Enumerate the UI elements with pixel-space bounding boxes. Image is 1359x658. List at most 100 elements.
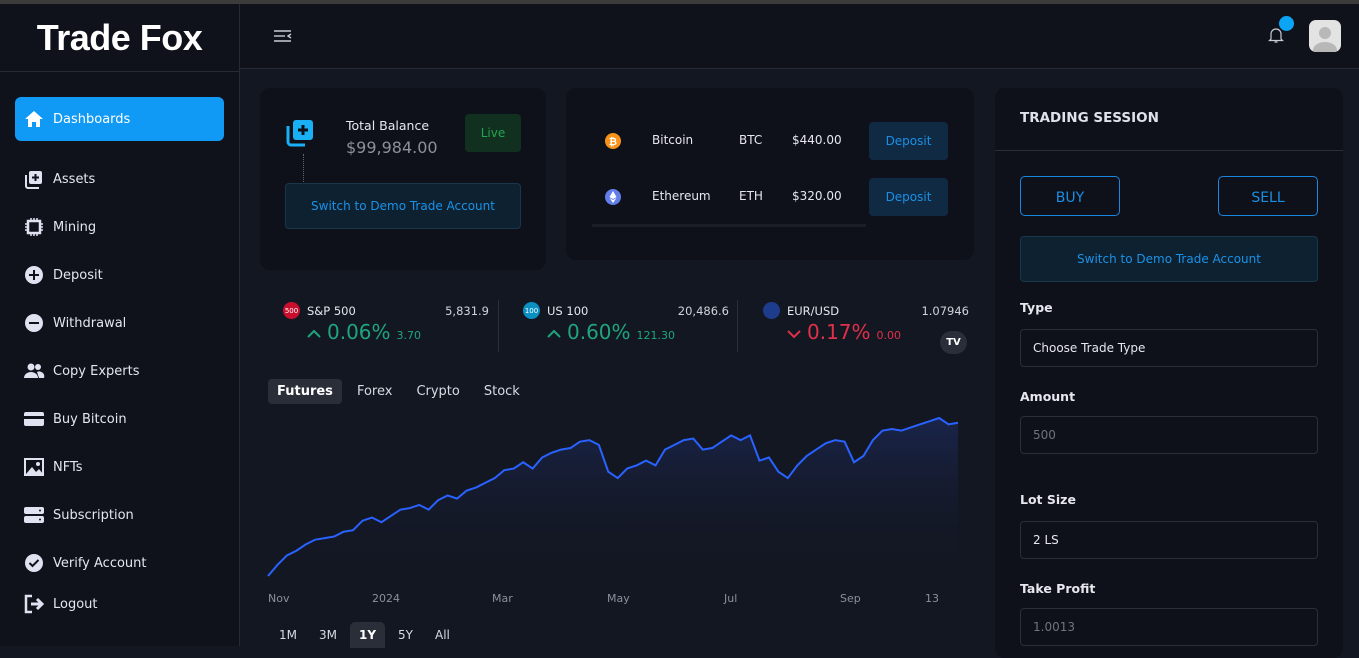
- sidebar-item-verify-account[interactable]: Verify Account: [15, 539, 224, 587]
- chip-icon: [23, 216, 45, 238]
- range-5y[interactable]: 5Y: [389, 622, 422, 648]
- sidebar-item-label: Subscription: [53, 507, 134, 523]
- plus-circle-icon: [23, 264, 45, 286]
- copy-plus-icon: [286, 120, 313, 147]
- ticker-percent: 0.60%: [567, 320, 631, 344]
- sidebar-item-label: Verify Account: [53, 555, 147, 571]
- ticker-badge: 100: [523, 302, 540, 319]
- amount-label: Amount: [1020, 389, 1076, 404]
- coin-name: Ethereum: [652, 189, 711, 203]
- sidebar: Trade Fox Dashboards Assets Mining Deposit W…: [0, 4, 240, 646]
- logo[interactable]: Trade Fox: [0, 4, 239, 72]
- notification-dot: [1279, 16, 1294, 31]
- switch-demo-button[interactable]: Switch to Demo Trade Account: [285, 183, 521, 229]
- users-icon: [23, 360, 45, 382]
- deposit-button[interactable]: Deposit: [869, 178, 948, 216]
- sidebar-item-nfts[interactable]: NFTs: [15, 443, 224, 491]
- ticker[interactable]: 500 S&P 500 5,831.9 0.06% 3.70: [283, 300, 513, 360]
- ticker-badge: [763, 302, 780, 319]
- sidebar-item-deposit[interactable]: Deposit: [15, 251, 224, 299]
- image-icon: [23, 456, 45, 478]
- svg-text:₿: ₿: [609, 136, 617, 148]
- sidebar-item-copy-experts[interactable]: Copy Experts: [15, 347, 224, 395]
- lot-size-select[interactable]: 2 LS: [1020, 521, 1318, 559]
- sidebar-item-label: Logout: [53, 596, 98, 612]
- copy-plus-icon: [23, 168, 45, 190]
- panel-title: TRADING SESSION: [1020, 110, 1159, 126]
- ticker-change: 3.70: [396, 329, 422, 342]
- avatar[interactable]: [1309, 20, 1341, 52]
- server-icon: [23, 504, 45, 526]
- coin-amount: $440.00: [792, 133, 842, 147]
- sidebar-item-withdrawal[interactable]: Withdrawal: [15, 299, 224, 347]
- sell-button[interactable]: SELL: [1218, 176, 1318, 216]
- price-chart[interactable]: [260, 410, 970, 590]
- sidebar-item-subscription[interactable]: Subscription: [15, 491, 224, 539]
- sidebar-item-dashboards[interactable]: Dashboards: [15, 97, 224, 141]
- lot-size-label: Lot Size: [1020, 492, 1076, 507]
- range-all[interactable]: All: [426, 622, 459, 648]
- live-badge[interactable]: Live: [465, 114, 521, 152]
- tab-stock[interactable]: Stock: [475, 379, 529, 404]
- balance-label: Total Balance: [346, 118, 430, 133]
- divider: [737, 300, 738, 352]
- ticker-name: S&P 500: [307, 304, 356, 318]
- range-3m[interactable]: 3M: [310, 622, 346, 648]
- x-tick-label: Jul: [724, 592, 738, 605]
- balance-amount: $99,984.00: [346, 138, 438, 157]
- x-tick-label: Sep: [840, 592, 861, 605]
- sidebar-item-label: Dashboards: [53, 111, 131, 127]
- tradingview-logo[interactable]: TV: [940, 331, 967, 354]
- take-profit-label: Take Profit: [1020, 581, 1096, 596]
- range-1m[interactable]: 1M: [270, 622, 306, 648]
- ticker-name: EUR/USD: [787, 304, 840, 318]
- card-icon: [23, 408, 45, 430]
- minus-circle-icon: [23, 312, 45, 334]
- divider: [498, 300, 499, 352]
- coins-card: ₿ Bitcoin BTC $440.00 Deposit Ethereum E…: [566, 88, 974, 260]
- btc-icon: ₿: [605, 133, 621, 149]
- deposit-button[interactable]: Deposit: [869, 122, 948, 160]
- logout-icon: [23, 593, 45, 615]
- sidebar-item-mining[interactable]: Mining: [15, 203, 224, 251]
- chevron-down-icon: [787, 330, 801, 339]
- ticker-badge: 500: [283, 302, 300, 319]
- x-tick-label: Nov: [268, 592, 290, 605]
- ticker-value: 20,486.6: [677, 304, 729, 318]
- menu-toggle-icon[interactable]: [274, 30, 292, 42]
- tab-forex[interactable]: Forex: [348, 379, 402, 404]
- take-profit-input[interactable]: 1.0013: [1020, 608, 1318, 646]
- chevron-up-icon: [547, 329, 561, 338]
- sidebar-item-assets[interactable]: Assets: [15, 155, 224, 203]
- eth-icon: [605, 189, 621, 205]
- switch-demo-button[interactable]: Switch to Demo Trade Account: [1020, 236, 1318, 282]
- coin-symbol: ETH: [739, 189, 763, 203]
- coin-amount: $320.00: [792, 189, 842, 203]
- ticker-value: 5,831.9: [445, 304, 489, 318]
- ticker[interactable]: 100 US 100 20,486.6 0.60% 121.30: [523, 300, 753, 360]
- sidebar-item-buy-bitcoin[interactable]: Buy Bitcoin: [15, 395, 224, 443]
- ticker-percent: 0.17%: [807, 320, 871, 344]
- ticker-name: US 100: [547, 304, 589, 318]
- sidebar-item-logout[interactable]: Logout: [15, 587, 224, 621]
- type-label: Type: [1020, 300, 1053, 315]
- scrollbar[interactable]: [592, 224, 866, 227]
- range-tabs: 1M 3M 1Y 5Y All: [270, 622, 459, 648]
- coin-symbol: BTC: [739, 133, 763, 147]
- sidebar-item-label: NFTs: [53, 459, 83, 475]
- sidebar-item-label: Mining: [53, 219, 97, 235]
- check-circle-icon: [23, 552, 45, 574]
- x-tick-label: May: [607, 592, 630, 605]
- buy-button[interactable]: BUY: [1020, 176, 1120, 216]
- amount-input[interactable]: 500: [1020, 416, 1318, 454]
- tab-crypto[interactable]: Crypto: [407, 379, 468, 404]
- home-icon: [23, 108, 45, 130]
- trade-type-select[interactable]: Choose Trade Type: [1020, 329, 1318, 367]
- ticker-change: 0.00: [876, 329, 902, 342]
- sidebar-item-label: Withdrawal: [53, 315, 127, 331]
- sidebar-item-label: Copy Experts: [53, 363, 140, 379]
- divider: [995, 150, 1343, 151]
- tab-futures[interactable]: Futures: [268, 379, 342, 404]
- range-1y[interactable]: 1Y: [350, 622, 386, 648]
- coin-name: Bitcoin: [652, 133, 694, 147]
